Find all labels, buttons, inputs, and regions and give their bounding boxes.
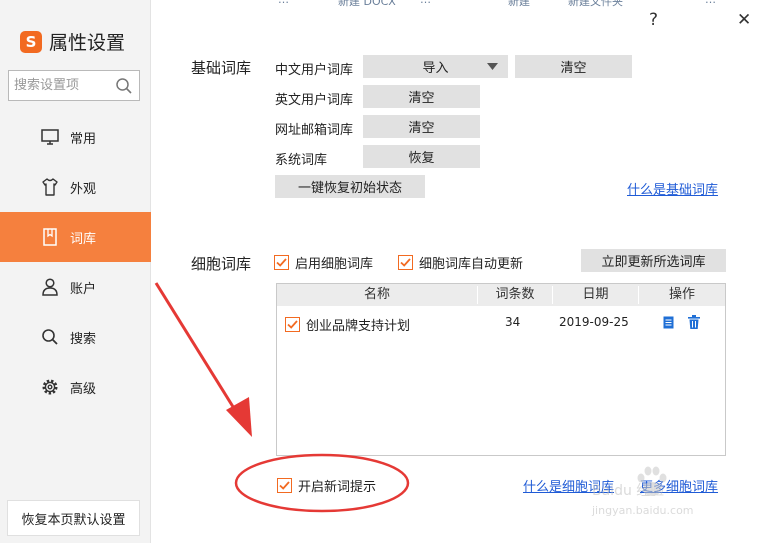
watermark-text: Baidu 经验 [592,483,665,499]
update-selected-button[interactable]: 立即更新所选词库 [581,249,726,272]
sogou-logo-icon: S [20,30,42,53]
sidebar: S 属性设置 常用 外观 词库 账户 [0,0,151,543]
row-checkbox[interactable]: 创业品牌支持计划 [285,315,410,334]
sidebar-item-label: 外观 [70,182,97,197]
sidebar-item-label: 账户 [70,282,97,297]
row-date: 2019-09-25 [559,315,629,329]
column-header-date: 日期 [582,287,609,302]
reset-defaults-button[interactable]: 恢复本页默认设置 [7,500,140,536]
sidebar-item-label: 词库 [70,232,97,247]
system-dict-label: 系统词库 [275,153,328,168]
app-logo: S 属性设置 [20,28,125,55]
column-header-count: 词条数 [495,287,535,302]
background-tab: 新建文件夹 [568,0,623,8]
annotation-arrow-shaft [154,282,242,419]
checkmark-icon [287,320,298,329]
checkbox-box [398,255,413,270]
restore-system-dict-button[interactable]: 恢复 [363,145,480,168]
sidebar-item-account[interactable]: 账户 [0,262,151,312]
import-label: 导入 [422,61,449,76]
table-header: 名称 词条数 日期 操作 [277,284,725,306]
sidebar-item-label: 搜索 [70,332,97,347]
sidebar-item-appearance[interactable]: 外观 [0,162,151,212]
help-button[interactable]: ? [649,10,658,30]
basic-dictionary-label: 基础词库 [191,59,252,77]
cell-dictionary-table: 名称 词条数 日期 操作 创业品牌支持计划 34 2019-09-25 [276,283,726,456]
gear-icon [42,379,58,395]
sidebar-item-dictionary[interactable]: 词库 [0,212,151,262]
checkbox-box [274,255,289,270]
checkmark-icon [276,258,287,267]
search-icon [42,329,58,345]
checkbox-label: 细胞词库自动更新 [419,257,524,272]
chinese-dict-label: 中文用户词库 [275,63,354,78]
sidebar-item-advanced[interactable]: 高级 [0,362,151,412]
clear-url-email-dict-button[interactable]: 清空 [363,115,480,138]
tshirt-icon [42,178,58,196]
column-header-name: 名称 [363,287,390,302]
clear-chinese-dict-button[interactable]: 清空 [515,55,632,78]
settings-search [8,70,140,101]
background-tab: 新建 DOCX [338,0,396,8]
column-header-actions: 操作 [668,287,695,302]
sidebar-item-label: 常用 [70,132,97,147]
table-row[interactable]: 创业品牌支持计划 34 2019-09-25 [277,308,725,336]
english-dict-label: 英文用户词库 [275,93,354,108]
chevron-down-icon [487,63,498,70]
restore-all-button[interactable]: 一键恢复初始状态 [275,175,425,198]
background-window-strip: … 新建 DOCX … 新建 新建文件夹 … [150,0,768,8]
window-title: 属性设置 [49,32,126,54]
background-tab: … [278,0,289,6]
what-is-basic-dict-link[interactable]: 什么是基础词库 [627,179,718,198]
book-icon [43,228,57,246]
watermark-url: jingyan.baidu.com [592,504,694,517]
row-name: 创业品牌支持计划 [306,319,411,334]
sidebar-item-general[interactable]: 常用 [0,112,151,162]
clear-english-dict-button[interactable]: 清空 [363,85,480,108]
settings-search-input[interactable] [9,71,109,99]
sidebar-item-label: 高级 [70,382,97,397]
annotation-arrow-head [226,397,252,437]
checkbox-label: 启用细胞词库 [295,257,374,272]
auto-update-checkbox[interactable]: 细胞词库自动更新 [398,253,523,272]
document-icon[interactable] [663,316,674,329]
monitor-icon [41,129,59,145]
cell-dictionary-label: 细胞词库 [191,255,252,273]
checkmark-icon [279,481,290,490]
background-tab: … [420,0,431,6]
checkmark-icon [400,258,411,267]
trash-icon[interactable] [688,315,700,329]
checkbox-box [285,317,300,332]
import-dropdown[interactable]: 导入 [363,55,508,78]
enable-cell-dict-checkbox[interactable]: 启用细胞词库 [274,253,373,272]
user-icon [42,278,58,296]
checkbox-label: 开启新词提示 [298,480,377,495]
url-email-dict-label: 网址邮箱词库 [275,123,354,138]
checkbox-box [277,478,292,493]
row-count: 34 [505,315,521,329]
background-tab: … [705,0,716,6]
sidebar-item-search[interactable]: 搜索 [0,312,151,362]
background-tab: 新建 [508,0,530,8]
search-icon[interactable] [115,77,133,95]
new-word-hint-checkbox[interactable]: 开启新词提示 [277,476,376,495]
close-button[interactable]: ✕ [737,10,751,30]
